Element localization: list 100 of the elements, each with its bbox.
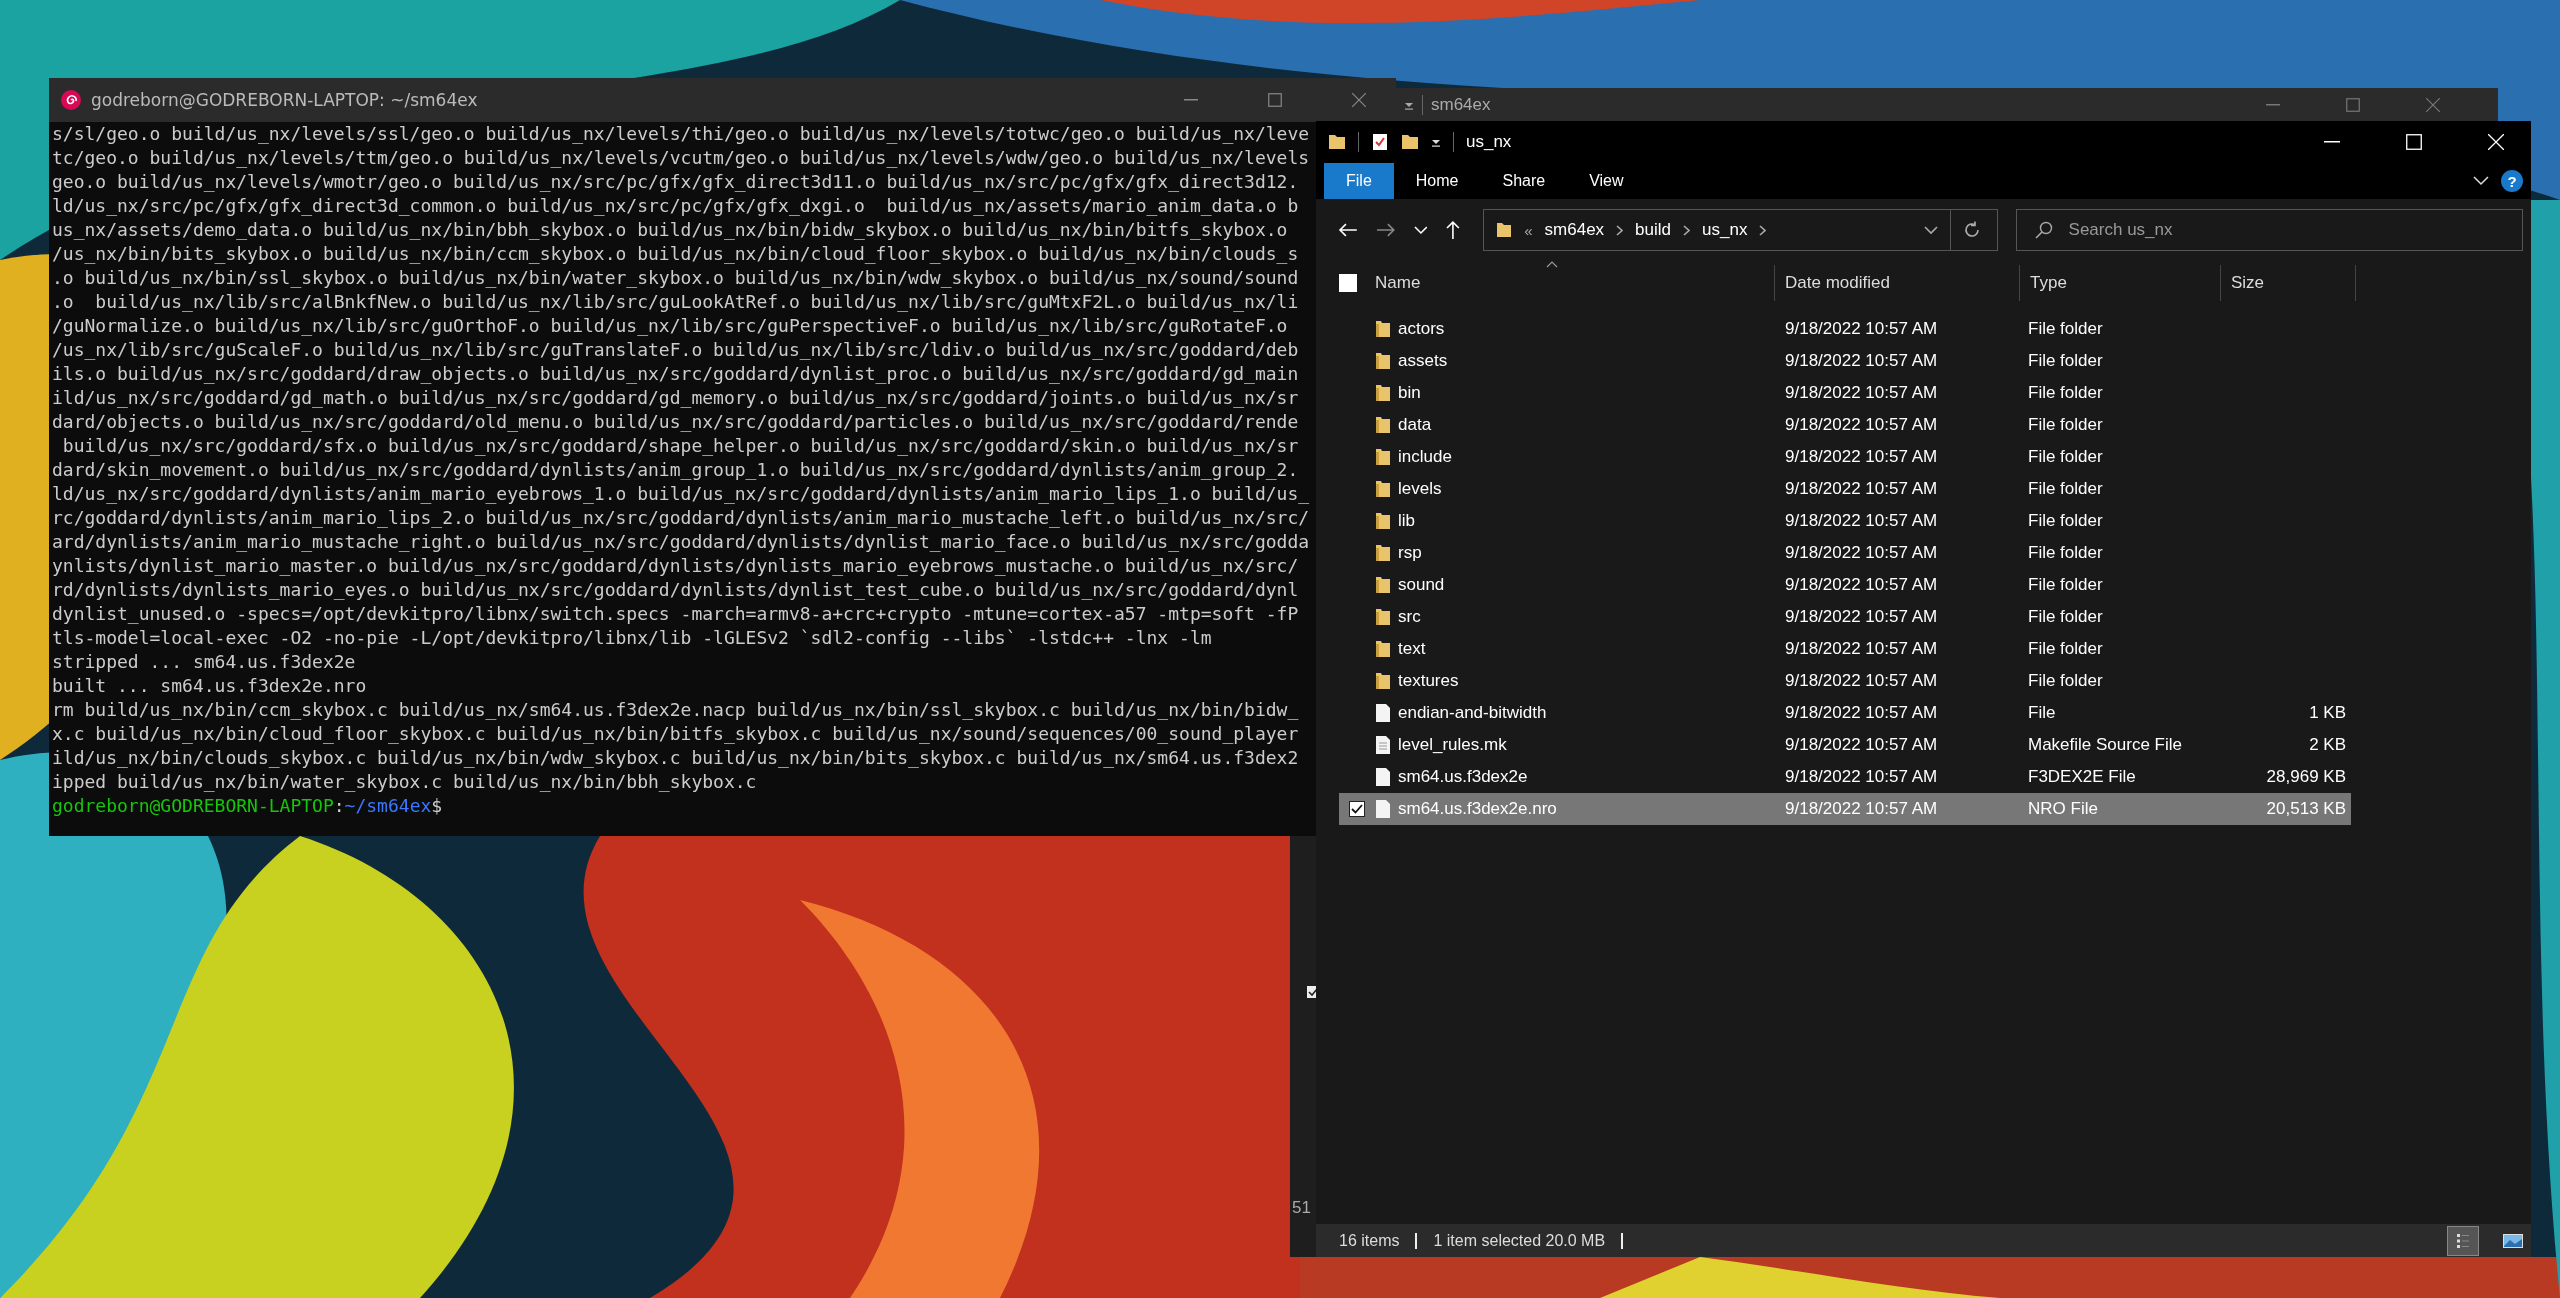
folder-icon <box>1375 639 1391 659</box>
file-row[interactable]: endian-and-bitwidth 9/18/2022 10:57 AM File 1 KB <box>1339 697 2351 729</box>
breadcrumb[interactable]: build <box>1635 220 1672 240</box>
file-row[interactable]: text 9/18/2022 10:57 AM File folder <box>1339 633 2351 665</box>
terminal-line: ild/us_nx/src/goddard/gd_math.o build/us_nx/src/goddard/gd_memory.o build/us_nx/src/goddard/joints.o build/us_nx/sr <box>52 386 1299 410</box>
checkbox-icon[interactable] <box>1349 801 1365 817</box>
column-header[interactable]: Date modified <box>1775 265 2020 301</box>
file-row[interactable]: sm64.us.f3dex2e 9/18/2022 10:57 AM F3DEX2E File 28,969 KB <box>1339 761 2351 793</box>
terminal-line: ld/us_nx/src/pc/gfx/gfx_direct3d_common.o build/us_nx/src/pc/gfx/gfx_dxgi.o build/us_nx/assets/mario_anim_data.o b <box>52 194 1299 218</box>
minimize-icon[interactable] <box>2266 103 2280 106</box>
landscape-icon <box>2503 1233 2523 1248</box>
date-cell-text: 9/18/2022 10:57 AM <box>1785 799 1939 819</box>
folder-icon <box>1496 221 1513 239</box>
list-icon <box>2456 1232 2470 1249</box>
column-header[interactable]: Type <box>2020 265 2221 301</box>
terminal-line: ipped build/us_nx/bin/water_skybox.c build/us_nx/bin/bbh_skybox.c <box>52 770 757 794</box>
minimize-icon[interactable] <box>2324 141 2340 143</box>
file-row[interactable]: sound 9/18/2022 10:57 AM File folder <box>1339 569 2351 601</box>
terminal-line: .o build/us_nx/lib/src/alBnkfNew.o build/us_nx/lib/src/guLookAtRef.o build/us_nx/lib/src/guMtxF2L.o build/us_nx/li <box>52 290 1299 314</box>
folder-icon <box>1375 447 1391 467</box>
terminal-line: x.c build/us_nx/bin/cloud_floor_skybox.c build/us_nx/bin/bitfs_skybox.c build/us_nx/sound/sequences/00_sound_player <box>52 722 1299 746</box>
search-input[interactable]: Search us_nx <box>2066 211 2511 249</box>
file-name: level_rules.mk <box>1397 735 1508 755</box>
item-count: 16 items <box>1339 1231 1400 1250</box>
file-row[interactable]: textures 9/18/2022 10:57 AM File folder <box>1339 665 2351 697</box>
terminal-line: dard/skin_movement.o build/us_nx/src/goddard/dynlists/anim_group_1.o build/us_nx/src/goddard/dynlists/anim_group_2. <box>52 458 1299 482</box>
size-cell: 1 KB <box>2309 703 2346 722</box>
ribbon-tab[interactable]: Home <box>1393 163 1481 199</box>
file-row[interactable]: level_rules.mk 9/18/2022 10:57 AM Makefile Source File 2 KB <box>1339 729 2351 761</box>
folder-icon <box>1375 543 1391 563</box>
type-cell-text: File folder <box>2028 351 2104 371</box>
column-header[interactable]: Name <box>1365 265 1775 301</box>
help-button[interactable]: ? <box>2501 170 2523 192</box>
up-arrow-icon[interactable] <box>1445 220 1462 240</box>
ribbon-tab[interactable]: Share <box>1480 163 1568 199</box>
folder-icon <box>1375 415 1391 435</box>
dropdown-icon[interactable] <box>1431 137 1441 147</box>
details-view-button[interactable] <box>2447 1225 2479 1256</box>
type-cell-text: File folder <box>2028 607 2104 627</box>
address-bar[interactable]: « sm64ex build us_nx <box>1483 209 1998 251</box>
folder-icon <box>1375 319 1391 339</box>
folder-icon <box>1375 607 1391 627</box>
file-row[interactable]: data 9/18/2022 10:57 AM File folder <box>1339 409 2351 441</box>
column-header[interactable]: Size <box>2221 265 2356 301</box>
file-row[interactable]: bin 9/18/2022 10:57 AM File folder <box>1339 377 2351 409</box>
breadcrumb[interactable]: us_nx <box>1702 220 1748 240</box>
file-row[interactable]: assets 9/18/2022 10:57 AM File folder <box>1339 345 2351 377</box>
size-cell: 20,513 KB <box>2266 799 2346 818</box>
breadcrumb[interactable]: sm64ex <box>1544 220 1605 240</box>
chevron-right-icon[interactable] <box>1759 224 1767 236</box>
overflow-marker[interactable]: « <box>1524 221 1533 239</box>
file-row[interactable]: rsp 9/18/2022 10:57 AM File folder <box>1339 537 2351 569</box>
date-cell-text: 9/18/2022 10:57 AM <box>1785 479 1939 499</box>
back-arrow-icon[interactable] <box>1338 222 1358 238</box>
type-cell-text: File <box>2028 703 2057 723</box>
refresh-icon[interactable] <box>1962 221 1981 239</box>
terminal-line: tc/geo.o build/us_nx/levels/ttm/geo.o build/us_nx/levels/vcutm/geo.o build/us_nx/levels/wdw/geo.o build/us_nx/levels <box>52 146 1310 170</box>
search-field[interactable]: Search us_nx <box>2015 209 2523 251</box>
file-row[interactable]: src 9/18/2022 10:57 AM File folder <box>1339 601 2351 633</box>
ribbon-tab[interactable]: View <box>1567 163 1646 199</box>
file-icon <box>1375 703 1391 723</box>
file-row[interactable]: levels 9/18/2022 10:57 AM File folder <box>1339 473 2351 505</box>
type-cell-text: File folder <box>2028 575 2104 595</box>
file-name: src <box>1397 607 1422 627</box>
file-row[interactable]: lib 9/18/2022 10:57 AM File folder <box>1339 505 2351 537</box>
terminal-line: rc/goddard/dynlists/anim_mario_lips_2.o build/us_nx/src/goddard/dynlists/anim_mario_mustache_left.o build/us_nx/src/ <box>52 506 1310 530</box>
date-cell-text: 9/18/2022 10:57 AM <box>1785 543 1939 563</box>
folder-icon[interactable] <box>1328 133 1346 151</box>
ribbon-tab[interactable]: File <box>1324 163 1394 199</box>
date-cell-text: 9/18/2022 10:57 AM <box>1785 319 1939 339</box>
terminal-line: s/sl/geo.o build/us_nx/levels/ssl/geo.o build/us_nx/levels/thi/geo.o build/us_nx/levels/totwc/geo.o build/us_nx/leve <box>52 122 1310 146</box>
terminal-line: /guNormalize.o build/us_nx/lib/src/guOrthoF.o build/us_nx/lib/src/guPerspectiveF.o build/us_nx/lib/src/guRotateF.o <box>52 314 1288 338</box>
type-cell-text: File folder <box>2028 543 2104 563</box>
terminal-line: built ... sm64.us.f3dex2e.nro <box>52 674 367 698</box>
file-name: rsp <box>1397 543 1423 563</box>
chevron-right-icon[interactable] <box>1683 224 1691 236</box>
file-name: endian-and-bitwidth <box>1397 703 1548 723</box>
terminal-line: /us_nx/lib/src/guScaleF.o build/us_nx/lib/src/guTranslateF.o build/us_nx/lib/src/ldiv.o build/us_nx/src/goddard/deb <box>52 338 1299 362</box>
chevron-down-icon[interactable] <box>1923 225 1938 235</box>
file-name: lib <box>1397 511 1416 531</box>
forward-arrow-icon[interactable] <box>1375 222 1396 238</box>
date-cell-text: 9/18/2022 10:57 AM <box>1785 511 1939 531</box>
file-row[interactable]: actors 9/18/2022 10:57 AM File folder <box>1339 313 2351 345</box>
type-cell-text: File folder <box>2028 319 2104 339</box>
folder-icon[interactable] <box>1401 133 1419 151</box>
checkbox[interactable] <box>1339 274 1357 292</box>
checklist-icon[interactable] <box>1371 133 1389 151</box>
file-row[interactable]: include 9/18/2022 10:57 AM File folder <box>1339 441 2351 473</box>
file-name: sm64.us.f3dex2e.nro <box>1397 799 1558 819</box>
prompt-path: ~/sm64ex <box>344 795 432 816</box>
file-name: text <box>1397 639 1427 659</box>
type-cell-text: NRO File <box>2028 799 2099 819</box>
sort-caret-icon <box>1546 261 1558 268</box>
file-name: actors <box>1397 319 1446 339</box>
date-cell-text: 9/18/2022 10:57 AM <box>1785 639 1939 659</box>
date-cell-text: 9/18/2022 10:57 AM <box>1785 671 1939 691</box>
chevron-right-icon[interactable] <box>1616 224 1624 236</box>
terminal-line: ils.o build/us_nx/src/goddard/draw_objects.o build/us_nx/src/goddard/dynlist_proc.o build/us_nx/src/goddard/gd_main <box>52 362 1299 386</box>
selected-row[interactable]: sm64.us.f3dex2e.nro 9/18/2022 10:57 AM NRO File 20,513 KB <box>1339 793 2351 825</box>
type-cell-text: Makefile Source File <box>2028 735 2183 755</box>
